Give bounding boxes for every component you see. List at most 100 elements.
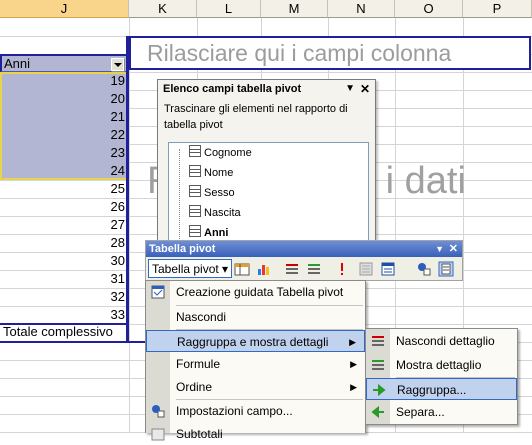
- row-item-cell[interactable]: 22: [0, 126, 129, 144]
- include-hidden-icon[interactable]: [358, 261, 374, 277]
- field-list-box[interactable]: Cognome Nome Sesso Nascita Anni: [168, 142, 369, 245]
- row-item-cell[interactable]: 30: [0, 252, 129, 270]
- pivot-border: [0, 341, 146, 343]
- submenu-item-show-detail[interactable]: Mostra dettaglio: [366, 354, 517, 376]
- hide-detail-icon[interactable]: [284, 261, 300, 277]
- toolbar-title-bar[interactable]: Tabella pivot ▼ ✕: [146, 241, 462, 257]
- show-detail-icon: [372, 360, 384, 370]
- row-item-value: 25: [110, 181, 125, 196]
- menu-item-label: Mostra dettaglio: [396, 358, 482, 372]
- submenu-arrow-icon: ▶: [350, 359, 357, 369]
- menu-item-label: Creazione guidata Tabella pivot: [176, 285, 344, 299]
- field-dropdown-button[interactable]: [111, 58, 124, 71]
- toolbar-title: Tabella pivot: [149, 243, 216, 255]
- field-item-nascita[interactable]: Nascita: [189, 204, 241, 222]
- row-item-cell[interactable]: 33: [0, 306, 129, 324]
- field-list-title-bar[interactable]: Elenco campi tabella pivot ▼ ✕: [158, 80, 375, 98]
- pivot-menu-button[interactable]: Tabella pivot ▾: [148, 259, 233, 278]
- menu-item-label: Separa...: [396, 405, 445, 419]
- dropdown-icon[interactable]: ▼: [435, 241, 444, 257]
- tree-line: [179, 149, 181, 245]
- column-drop-area[interactable]: Rilasciare qui i campi colonna: [129, 36, 531, 70]
- hide-detail-icon: [372, 336, 384, 346]
- submenu-item-ungroup[interactable]: Separa...: [366, 401, 517, 423]
- column-header-m[interactable]: M: [261, 0, 328, 18]
- field-item-cognome[interactable]: Cognome: [189, 144, 252, 162]
- field-label: Anni: [204, 227, 229, 239]
- row-item-cell[interactable]: 24: [0, 162, 129, 180]
- row-item-value: 24: [110, 163, 125, 178]
- field-icon: [189, 225, 201, 237]
- close-icon[interactable]: ✕: [449, 241, 458, 257]
- field-settings-icon: [152, 405, 165, 418]
- menu-item-label: Subtotali: [176, 427, 223, 441]
- row-item-value: 21: [110, 109, 125, 124]
- column-letter: N: [356, 1, 366, 16]
- column-header-l[interactable]: L: [197, 0, 261, 18]
- pivot-dropdown-menu[interactable]: Creazione guidata Tabella pivot Nascondi…: [145, 280, 366, 441]
- grand-total-label: Totale complessivo: [3, 324, 113, 339]
- row-item-value: 22: [110, 127, 125, 142]
- pivot-toolbar[interactable]: Tabella pivot ▼ ✕ Tabella pivot ▾: [145, 240, 463, 281]
- field-icon: [189, 205, 201, 217]
- menu-item-label: Ordine: [176, 380, 213, 394]
- row-item-cell[interactable]: 28: [0, 234, 129, 252]
- subtotals-icon: [151, 428, 165, 441]
- column-header-n[interactable]: N: [328, 0, 395, 18]
- refresh-data-icon[interactable]: [334, 261, 350, 277]
- format-report-icon[interactable]: [234, 261, 250, 277]
- row-item-cell[interactable]: 27: [0, 216, 129, 234]
- show-detail-icon[interactable]: [306, 261, 322, 277]
- column-header-k[interactable]: K: [129, 0, 197, 18]
- grand-total-cell[interactable]: Totale complessivo: [0, 324, 129, 342]
- group-submenu[interactable]: Nascondi dettaglio Mostra dettaglio Ragg…: [365, 328, 518, 425]
- menu-item-group-and-show-detail[interactable]: Raggruppa e mostra dettagli ▶: [146, 330, 365, 352]
- close-icon[interactable]: ✕: [360, 80, 370, 98]
- row-item-value: 23: [110, 145, 125, 160]
- group-icon: [373, 383, 386, 397]
- field-settings-icon[interactable]: [416, 261, 432, 277]
- field-label: Nome: [204, 167, 234, 179]
- menu-item-pivot-wizard[interactable]: Creazione guidata Tabella pivot: [146, 281, 365, 303]
- row-item-cell[interactable]: 21: [0, 108, 129, 126]
- field-list-description: Trascinare gli elementi nel rapporto di …: [164, 103, 348, 131]
- field-list-title: Elenco campi tabella pivot: [163, 83, 302, 95]
- row-item-cell[interactable]: 26: [0, 198, 129, 216]
- menu-item-label: Raggruppa e mostra dettagli: [177, 335, 329, 349]
- pivot-menu-label: Tabella pivot ▾: [152, 262, 229, 276]
- menu-item-hide[interactable]: Nascondi: [146, 306, 365, 328]
- row-item-value: 19: [110, 73, 125, 88]
- pivot-border: [126, 36, 129, 342]
- row-item-cell[interactable]: 32: [0, 288, 129, 306]
- row-item-cell[interactable]: 19: [0, 72, 129, 90]
- column-letter: M: [288, 1, 300, 16]
- row-item-cell[interactable]: 20: [0, 90, 129, 108]
- row-field-header[interactable]: Anni: [0, 54, 129, 72]
- always-display-items-icon[interactable]: [380, 261, 396, 277]
- menu-item-order[interactable]: Ordine ▶: [146, 376, 365, 398]
- row-field-label: Anni: [4, 56, 31, 71]
- submenu-item-group[interactable]: Raggruppa...: [366, 378, 517, 400]
- row-item-cell[interactable]: 25: [0, 180, 129, 198]
- row-item-cell[interactable]: 31: [0, 270, 129, 288]
- column-letter: P: [492, 1, 502, 16]
- show-field-list-icon[interactable]: [438, 261, 454, 277]
- menu-item-field-settings[interactable]: Impostazioni campo...: [146, 400, 365, 422]
- row-item-cell[interactable]: 23: [0, 144, 129, 162]
- field-list-panel[interactable]: Elenco campi tabella pivot ▼ ✕ Trascinar…: [157, 79, 376, 245]
- field-item-nome[interactable]: Nome: [189, 164, 233, 182]
- column-header-p[interactable]: P: [463, 0, 532, 18]
- column-header-o[interactable]: O: [395, 0, 463, 18]
- column-letter: O: [423, 1, 434, 16]
- menu-item-label: Nascondi: [176, 310, 227, 324]
- chart-wizard-icon[interactable]: [256, 261, 272, 277]
- field-item-sesso[interactable]: Sesso: [189, 184, 235, 202]
- menu-item-subtotals[interactable]: Subtotali: [146, 423, 365, 445]
- menu-item-label: Impostazioni campo...: [176, 404, 293, 418]
- column-header-j[interactable]: J: [0, 0, 129, 18]
- row-item-value: 27: [110, 217, 125, 232]
- menu-item-formulas[interactable]: Formule ▶: [146, 353, 365, 375]
- dropdown-icon[interactable]: ▼: [345, 80, 355, 98]
- field-icon: [189, 185, 201, 197]
- submenu-item-hide-detail[interactable]: Nascondi dettaglio: [366, 330, 517, 352]
